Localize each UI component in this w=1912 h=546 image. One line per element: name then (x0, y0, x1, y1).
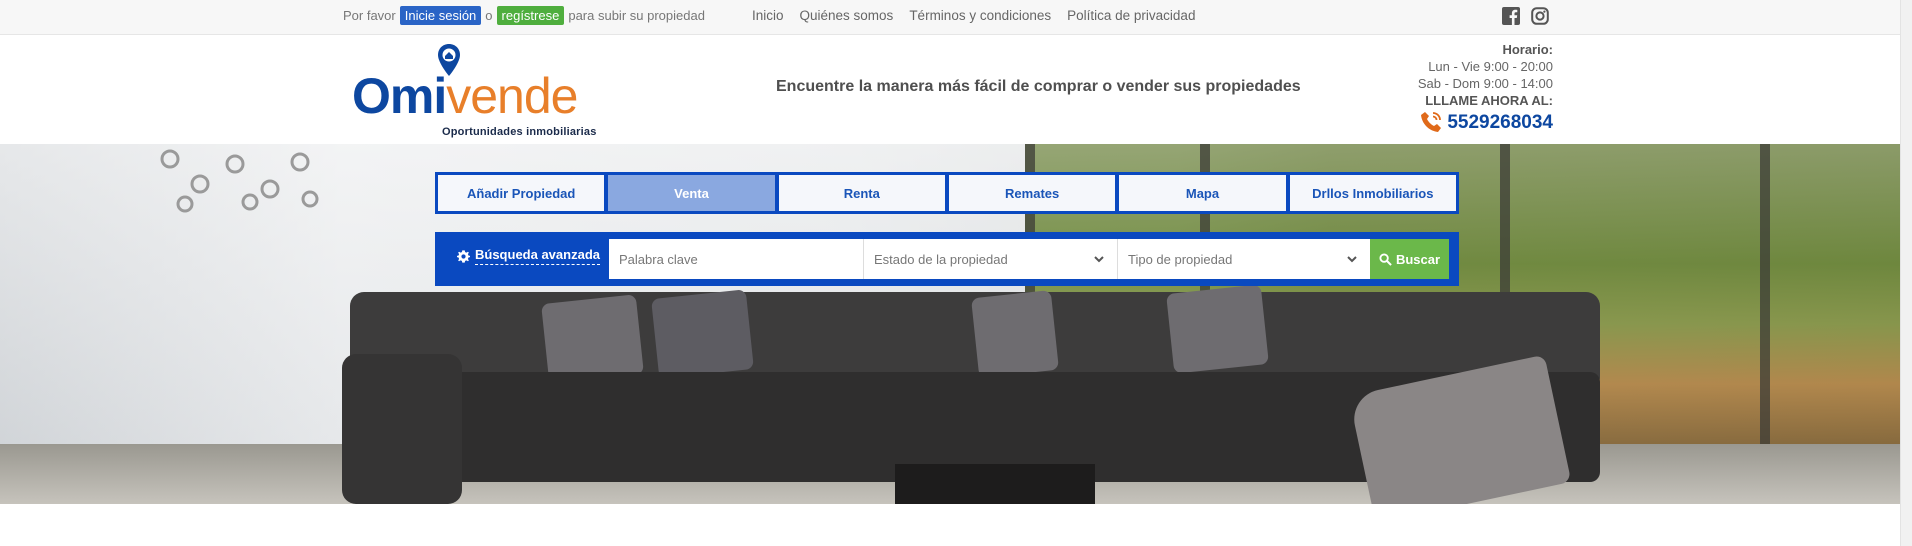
tab-desarrollos[interactable]: Drllos Inmobiliarios (1289, 175, 1456, 211)
property-type-select[interactable]: Tipo de propiedad (1118, 239, 1370, 279)
search-button[interactable]: Buscar (1370, 239, 1449, 279)
logo-wordmark: Omivende (352, 68, 578, 124)
gear-icon (457, 249, 470, 263)
advanced-search-toggle[interactable]: Búsqueda avanzada (457, 247, 600, 265)
register-button[interactable]: regístrese (496, 6, 565, 25)
logo-vende: vende (446, 68, 578, 124)
chevron-down-icon (1347, 256, 1357, 263)
tab-renta[interactable]: Renta (778, 175, 945, 211)
phone-link[interactable]: 5529268034 (1418, 110, 1553, 134)
tab-remates[interactable]: Remates (948, 175, 1116, 211)
prompt-prefix: Por favor (343, 8, 396, 23)
property-state-value: Estado de la propiedad (874, 251, 1008, 267)
upload-prompt: Por favor Inicie sesión o regístrese par… (343, 6, 705, 25)
omivende-logo[interactable]: Omivende Oportunidades inmobiliarias (352, 43, 602, 143)
hours-weekend: Sab - Dom 9:00 - 14:00 (1417, 76, 1553, 91)
call-label: LLLAME AHORA AL: (1425, 93, 1553, 108)
hours-title: Horario: (1502, 42, 1553, 57)
keyword-input[interactable] (619, 251, 863, 267)
sofa-arm-graphic (342, 354, 462, 504)
tab-anadir-propiedad[interactable]: Añadir Propiedad (438, 175, 605, 211)
social-links (1502, 7, 1549, 25)
page-scrollbar[interactable] (1900, 0, 1912, 546)
property-state-select[interactable]: Estado de la propiedad (864, 239, 1118, 279)
pillow-graphic (651, 289, 754, 379)
top-bar: Por favor Inicie sesión o regístrese par… (0, 0, 1900, 35)
pillow-graphic (1166, 284, 1269, 374)
pillow-graphic (971, 290, 1059, 378)
logo-omi: Omi (352, 68, 447, 124)
login-button[interactable]: Inicie sesión (399, 6, 482, 25)
nav-link-inicio[interactable]: Inicio (752, 8, 784, 23)
logo-subtitle: Oportunidades inmobiliarias (442, 126, 597, 138)
property-type-value: Tipo de propiedad (1128, 251, 1233, 267)
prompt-suffix: para subir su propiedad (568, 8, 705, 23)
phone-number[interactable]: 5529268034 (1447, 113, 1553, 132)
or-label: o (485, 8, 493, 23)
nav-link-terminos[interactable]: Términos y condiciones (909, 8, 1051, 23)
keyword-field[interactable] (609, 239, 864, 279)
hours-weekday: Lun - Vie 9:00 - 20:00 (1428, 59, 1553, 74)
chandelier-graphic (160, 149, 319, 213)
contact-hours: Horario: Lun - Vie 9:00 - 20:00 Sab - Do… (1418, 41, 1553, 134)
instagram-icon[interactable] (1531, 7, 1549, 25)
nav-link-privacidad[interactable]: Política de privacidad (1067, 8, 1195, 23)
tagline: Encuentre la manera más fácil de comprar… (776, 78, 1301, 95)
property-tabs: Añadir Propiedad Venta Renta Remates Map… (435, 172, 1459, 214)
coffee-table-graphic (895, 464, 1095, 504)
tab-venta[interactable]: Venta (608, 175, 775, 211)
pillow-graphic (541, 294, 644, 384)
chevron-down-icon (1094, 256, 1104, 263)
site-header: Omivende Oportunidades inmobiliarias Enc… (0, 35, 1900, 144)
window-frame (1760, 144, 1770, 444)
nav-link-quienes-somos[interactable]: Quiénes somos (800, 8, 894, 23)
search-bar: Búsqueda avanzada Estado de la propiedad… (435, 232, 1459, 286)
search-icon (1379, 252, 1392, 266)
phone-icon (1421, 112, 1442, 132)
top-nav: Inicio Quiénes somos Términos y condicio… (752, 8, 1195, 23)
advanced-search-label: Búsqueda avanzada (475, 247, 600, 265)
facebook-icon[interactable] (1502, 7, 1520, 25)
tab-mapa[interactable]: Mapa (1119, 175, 1286, 211)
search-button-label: Buscar (1395, 251, 1441, 267)
